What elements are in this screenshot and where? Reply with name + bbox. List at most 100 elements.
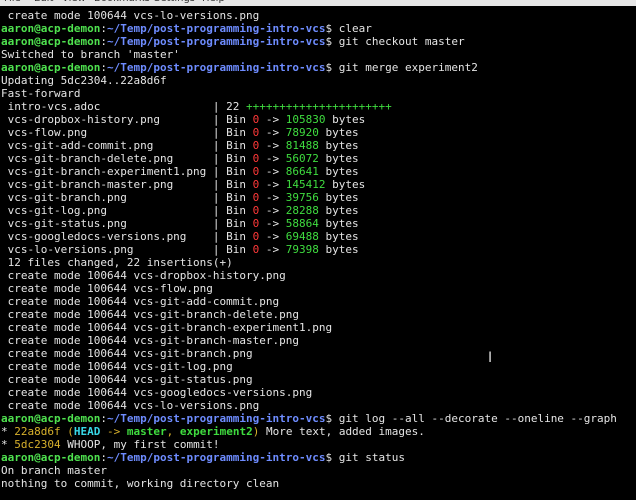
bytes-label: bytes	[325, 204, 359, 217]
prompt-user-host: aaron@acp-demon	[1, 451, 101, 464]
log-line: * 22a8d6f (HEAD -> master, experiment2) …	[1, 425, 425, 438]
bin-to-size: 39756	[285, 191, 319, 204]
diffstat-filename: vcs-git-branch-experiment1.png	[1, 165, 213, 178]
diffstat-filename: vcs-flow.png	[1, 126, 213, 139]
bin-label: Bin	[226, 230, 247, 243]
output-text: 12 files changed, 22 insertions(+)	[7, 256, 233, 269]
menu-item[interactable]: Settings	[154, 0, 195, 4]
branch-experiment2: experiment2	[179, 425, 253, 438]
create-mode-line: create mode 100644 vcs-dropbox-history.p…	[1, 269, 286, 282]
prompt-line: aaron@acp-demon:~/Temp/post-programming-…	[1, 412, 617, 425]
prompt-line: aaron@acp-demon:~/Temp/post-programming-…	[1, 451, 405, 464]
bin-label: Bin	[226, 152, 247, 165]
bin-from-size: 0	[252, 243, 260, 256]
menu-item[interactable]: File	[4, 0, 21, 4]
diffstat-row: vcs-git-status.png | Bin 0 -> 58864 byte…	[1, 217, 359, 230]
command-text: clear	[338, 22, 372, 35]
prompt-path: ~/Temp/post-programming-intro-vcs	[106, 61, 326, 74]
bin-arrow: ->	[265, 152, 280, 165]
output-text: create mode 100644 vcs-git-log.png	[7, 360, 233, 373]
bin-from-size: 0	[252, 113, 260, 126]
bin-arrow: ->	[265, 139, 280, 152]
diffstat-filename: vcs-git-branch-master.png	[1, 178, 213, 191]
bin-label: Bin	[226, 139, 247, 152]
bin-label: Bin	[226, 165, 247, 178]
menu-item[interactable]: View	[62, 0, 86, 4]
commit-message: More text, added images.	[265, 425, 425, 438]
diffstat-count: 22	[226, 100, 240, 113]
prompt-path: ~/Temp/post-programming-intro-vcs	[106, 22, 326, 35]
output-line: Switched to branch 'master'	[1, 48, 180, 61]
terminal-output[interactable]: create mode 100644 vcs-lo-versions.png aa…	[0, 6, 636, 500]
menu-item[interactable]: Bookmarks	[94, 0, 150, 4]
bin-to-size: 86641	[285, 165, 319, 178]
prompt-user-host: aaron@acp-demon	[1, 35, 101, 48]
bin-from-size: 0	[252, 152, 260, 165]
ref-comma: ,	[166, 425, 174, 438]
bytes-label: bytes	[325, 191, 359, 204]
text-cursor-icon: I	[488, 350, 493, 366]
create-mode-line: create mode 100644 vcs-lo-versions.png	[1, 399, 260, 412]
create-mode-line: create mode 100644 vcs-git-branch-master…	[1, 334, 299, 347]
log-line: * 5dc2304 WHOOP, my first commit!	[1, 438, 220, 451]
branch-master: master	[126, 425, 167, 438]
output-text: On branch master	[1, 464, 107, 477]
bin-to-size: 145412	[285, 178, 326, 191]
bin-label: Bin	[226, 243, 247, 256]
bin-label: Bin	[226, 178, 247, 191]
bytes-label: bytes	[332, 178, 366, 191]
bin-label: Bin	[226, 204, 247, 217]
output-text: Updating 5dc2304..22a8d6f	[1, 74, 167, 87]
command-text: git log --all --decorate --oneline --gra…	[338, 412, 617, 425]
commit-message: WHOOP, my first commit!	[67, 438, 220, 451]
commit-hash: 22a8d6f	[14, 425, 61, 438]
prompt-line: aaron@acp-demon:~/Temp/post-programming-…	[1, 61, 478, 74]
diffstat-filename: vcs-dropbox-history.png	[1, 113, 213, 126]
diffstat-filename: vcs-git-add-commit.png	[1, 139, 213, 152]
prompt-user-host: aaron@acp-demon	[1, 412, 101, 425]
prompt-path: ~/Temp/post-programming-intro-vcs	[106, 412, 326, 425]
output-line: Fast-forward	[1, 87, 80, 100]
menu-item[interactable]: Edit	[34, 0, 53, 4]
bytes-label: bytes	[325, 126, 359, 139]
bin-to-size: 69488	[285, 230, 319, 243]
bin-label: Bin	[226, 113, 247, 126]
command-text: git status	[338, 451, 405, 464]
bytes-label: bytes	[325, 152, 359, 165]
menu-item[interactable]: Help	[202, 0, 225, 4]
bin-from-size: 0	[252, 191, 260, 204]
output-line: create mode 100644 vcs-lo-versions.png	[1, 9, 260, 22]
create-mode-line: create mode 100644 vcs-git-branch.png	[1, 347, 253, 360]
create-mode-line: create mode 100644 vcs-git-add-commit.pn…	[1, 295, 280, 308]
diffstat-row: vcs-git-branch-master.png | Bin 0 -> 145…	[1, 178, 366, 191]
bytes-label: bytes	[332, 113, 366, 126]
graph-star: *	[1, 425, 8, 438]
diffstat-row: vcs-lo-versions.png | Bin 0 -> 79398 byt…	[1, 243, 359, 256]
bin-to-size: 56072	[285, 152, 319, 165]
bin-from-size: 0	[252, 230, 260, 243]
diffstat-row: vcs-git-add-commit.png | Bin 0 -> 81488 …	[1, 139, 359, 152]
bin-arrow: ->	[265, 204, 280, 217]
create-mode-line: create mode 100644 vcs-git-branch-experi…	[1, 321, 333, 334]
create-mode-line: create mode 100644 vcs-googledocs-versio…	[1, 386, 313, 399]
create-mode-line: create mode 100644 vcs-flow.png	[1, 282, 213, 295]
diffstat-filename: vcs-googledocs-versions.png	[1, 230, 213, 243]
bin-arrow: ->	[265, 126, 280, 139]
prompt-symbol: $	[325, 35, 333, 48]
bytes-label: bytes	[325, 243, 359, 256]
diffstat-filename: vcs-git-status.png	[1, 217, 213, 230]
diffstat-filename: vcs-lo-versions.png	[1, 243, 213, 256]
create-mode-line: create mode 100644 vcs-git-status.png	[1, 373, 253, 386]
diffstat-row: vcs-googledocs-versions.png | Bin 0 -> 6…	[1, 230, 359, 243]
bin-arrow: ->	[265, 217, 280, 230]
diffstat-row: vcs-git-branch-delete.png | Bin 0 -> 560…	[1, 152, 359, 165]
graph-star: *	[1, 438, 8, 451]
prompt-path: ~/Temp/post-programming-intro-vcs	[106, 35, 326, 48]
commit-hash: 5dc2304	[14, 438, 61, 451]
paren-open: (	[67, 425, 74, 438]
bin-from-size: 0	[252, 139, 260, 152]
output-text: create mode 100644 vcs-lo-versions.png	[7, 399, 260, 412]
diffstat-row: vcs-flow.png | Bin 0 -> 78920 bytes	[1, 126, 359, 139]
bin-to-size: 105830	[285, 113, 326, 126]
bin-label: Bin	[226, 126, 247, 139]
